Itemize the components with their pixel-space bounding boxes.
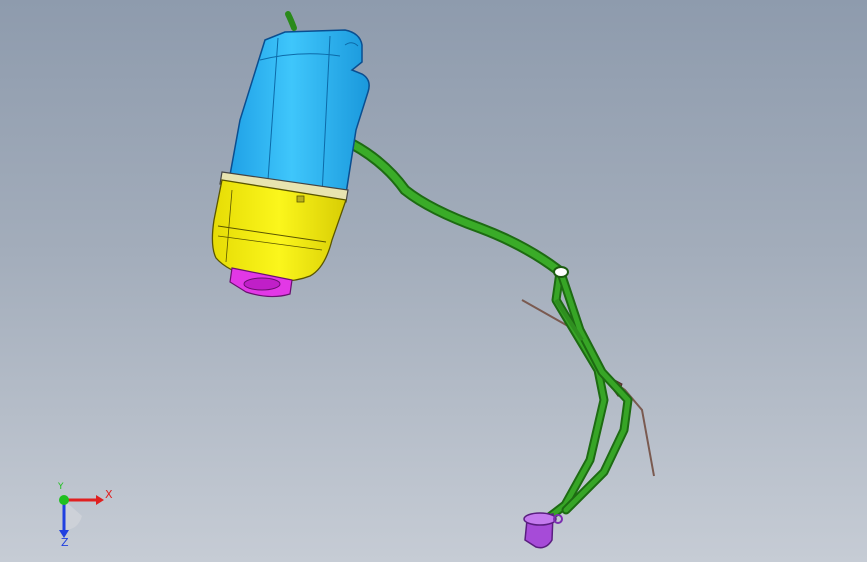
x-axis-label: X bbox=[105, 488, 113, 501]
y-axis-label: Y bbox=[58, 482, 64, 492]
orientation-triad: X Y Z bbox=[44, 480, 124, 550]
lower-hose[interactable] bbox=[543, 267, 633, 523]
purple-connector[interactable] bbox=[523, 512, 563, 549]
reservoir-upper-body[interactable] bbox=[227, 29, 370, 201]
hose-junction[interactable] bbox=[553, 266, 569, 278]
cad-viewport[interactable]: X Y Z bbox=[0, 0, 867, 562]
top-hose[interactable] bbox=[285, 11, 297, 31]
z-axis-label: Z bbox=[61, 536, 69, 549]
model-scene[interactable] bbox=[0, 0, 867, 562]
reservoir-tank[interactable] bbox=[211, 29, 370, 298]
